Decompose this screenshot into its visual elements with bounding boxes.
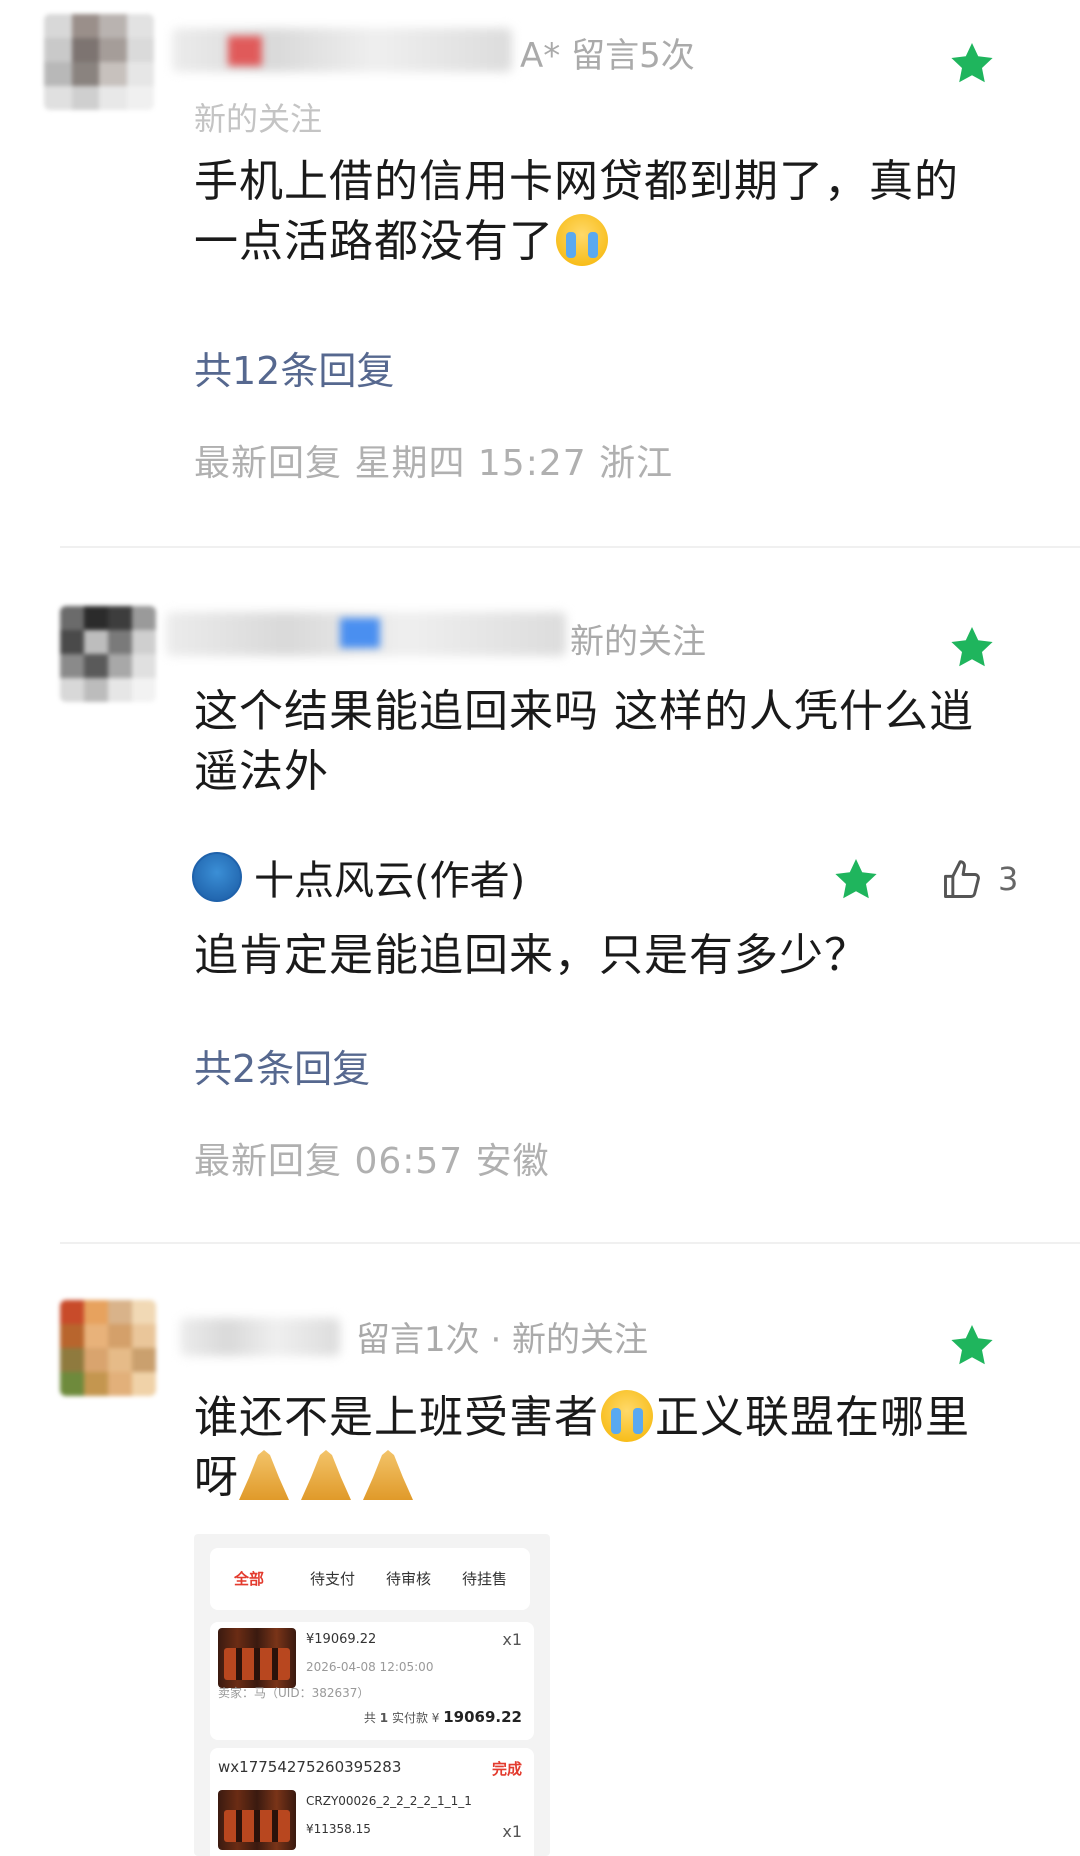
crying-emoji-icon: [556, 214, 608, 266]
comment-text: 手机上借的信用卡网贷都到期了，真的 一点活路都没有了: [194, 152, 959, 272]
praying-hands-emoji-icon: [363, 1450, 413, 1500]
total-prefix: 共: [363, 1711, 376, 1725]
comment-text-line: 这个结果能追回来吗 这样的人凭什么逍: [194, 686, 974, 737]
comment-text-line: 一点活路都没有了: [194, 216, 554, 267]
follow-status: 新的关注: [570, 622, 706, 662]
tab-pending-listing[interactable]: 待挂售: [462, 1568, 507, 1589]
praying-hands-emoji-icon: [301, 1450, 351, 1500]
author-avatar[interactable]: [192, 852, 242, 902]
order-status: 完成: [491, 1760, 522, 1778]
author-reply-text: 追肯定是能追回来，只是有多少？: [194, 930, 869, 981]
latest-reply-info: 最新回复 星期四 15:27 浙江: [194, 443, 674, 484]
user-meta: A* 留言5次: [520, 36, 695, 76]
order-qty: x1: [502, 1630, 522, 1649]
avatar[interactable]: [44, 14, 154, 110]
order-price: ¥19069.22: [306, 1632, 377, 1647]
order-tabs: 全部 待支付 待审核 待挂售: [210, 1548, 530, 1610]
star-icon[interactable]: [832, 856, 880, 904]
total-count: 1: [379, 1711, 389, 1725]
view-replies-link[interactable]: 共12条回复: [194, 340, 394, 395]
star-icon[interactable]: [948, 40, 996, 88]
like-count: 3: [998, 860, 1019, 898]
star-icon[interactable]: [948, 1322, 996, 1370]
tab-pending-payment[interactable]: 待支付: [310, 1568, 355, 1589]
tab-all[interactable]: 全部: [234, 1568, 264, 1589]
order-card[interactable]: wx17754275260395283 完成 CRZY00026_2_2_2_2…: [210, 1748, 534, 1856]
comment-text-line: 呀: [194, 1452, 239, 1503]
user-name-redacted[interactable]: [180, 1318, 340, 1356]
thumbs-up-icon[interactable]: [940, 858, 984, 902]
seller-info: 卖家：马（UID：382637）: [218, 1686, 370, 1700]
comment-text: 谁还不是上班受害者 正义联盟在哪里 呀: [194, 1388, 970, 1508]
product-image: [218, 1628, 296, 1688]
latest-reply-info: 最新回复 06:57 安徽: [194, 1141, 550, 1182]
divider: [60, 1242, 1080, 1244]
attached-screenshot[interactable]: 全部 待支付 待审核 待挂售 ¥19069.22 x1 2026-04-08 1…: [194, 1534, 550, 1856]
tab-pending-review[interactable]: 待审核: [386, 1568, 431, 1589]
redaction-mark: [228, 36, 262, 66]
order-total: 共 1 实付款 ¥ 19069.22: [364, 1708, 522, 1726]
order-time: 2026-04-08 12:05:00: [306, 1660, 434, 1674]
comment-text-line: 正义联盟在哪里: [655, 1392, 970, 1443]
comment-text-line: 谁还不是上班受害者: [194, 1392, 599, 1443]
product-image: [218, 1790, 296, 1850]
order-card[interactable]: ¥19069.22 x1 2026-04-08 12:05:00 卖家：马（UI…: [210, 1622, 534, 1740]
comment-text-line: 手机上借的信用卡网贷都到期了，真的: [194, 156, 959, 207]
author-name[interactable]: 十点风云(作者): [254, 848, 525, 906]
total-value: 19069.22: [443, 1708, 522, 1726]
order-number: wx17754275260395283: [218, 1758, 402, 1776]
praying-hands-emoji-icon: [239, 1450, 289, 1500]
comment-text: 这个结果能追回来吗 这样的人凭什么逍 遥法外: [194, 682, 974, 802]
follow-status: 新的关注: [194, 100, 323, 138]
avatar[interactable]: [60, 1300, 156, 1396]
view-replies-link[interactable]: 共2条回复: [194, 1038, 370, 1093]
product-code: CRZY00026_2_2_2_2_1_1_1: [306, 1794, 472, 1808]
user-name-redacted[interactable]: [172, 28, 512, 72]
order-qty: x1: [502, 1822, 522, 1841]
divider: [60, 546, 1080, 548]
redaction-mark: [340, 618, 380, 648]
user-meta: 留言1次 · 新的关注: [356, 1320, 649, 1360]
order-price: ¥11358.15: [306, 1822, 371, 1836]
star-icon[interactable]: [948, 624, 996, 672]
comment-text-line: 遥法外: [194, 746, 329, 797]
total-label: 实付款 ¥: [391, 1711, 440, 1725]
crying-emoji-icon: [601, 1390, 653, 1442]
avatar[interactable]: [60, 606, 156, 702]
